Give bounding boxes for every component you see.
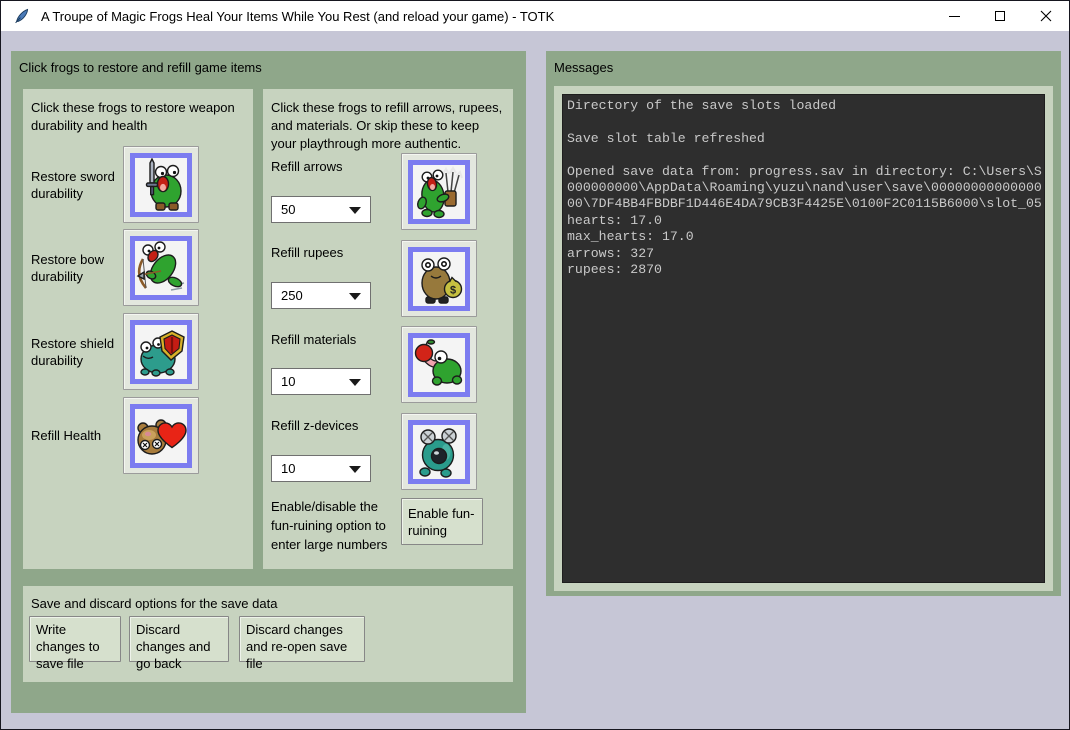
messages-console[interactable]: Directory of the save slots loaded Save … (562, 94, 1045, 583)
restore-bow-label: Restore bow durability (31, 229, 123, 306)
refill-materials-label: Refill materials (271, 332, 411, 347)
write-changes-button[interactable]: Write changes to save file (29, 616, 121, 662)
shield-frog-icon (135, 325, 187, 379)
restore-bow-button[interactable] (123, 229, 199, 306)
refill-materials-select[interactable]: 10 (271, 368, 371, 395)
app-window: A Troupe of Magic Frogs Heal Your Items … (0, 0, 1070, 730)
refill-rupees-button[interactable]: $ (401, 240, 477, 317)
refill-arrows-select[interactable]: 50 (271, 196, 371, 223)
restore-section: Click these frogs to restore weapon dura… (23, 89, 253, 569)
refill-rupees-value: 250 (281, 288, 303, 303)
refill-health-label: Refill Health (31, 397, 123, 474)
console-frame: Directory of the save slots loaded Save … (554, 86, 1053, 591)
dropdown-arrow-icon (349, 379, 361, 386)
zdevice-frog-icon (413, 425, 465, 479)
minimize-button[interactable] (931, 1, 977, 31)
python-feather-icon[interactable] (14, 8, 30, 24)
refill-section: Click these frogs to refill arrows, rupe… (263, 89, 513, 569)
refill-zdevices-button[interactable] (401, 413, 477, 490)
messages-panel: Messages Directory of the save slots loa… (546, 51, 1061, 596)
maximize-icon (995, 11, 1005, 21)
discard-go-back-button[interactable]: Discard changes and go back (129, 616, 229, 662)
frogs-panel: Click frogs to restore and refill game i… (11, 51, 526, 713)
save-section-header: Save and discard options for the save da… (31, 595, 501, 613)
restore-shield-label: Restore shield durability (31, 313, 123, 390)
svg-text:$: $ (450, 284, 456, 296)
restore-shield-button[interactable] (123, 313, 199, 390)
refill-materials-button[interactable] (401, 326, 477, 403)
refill-section-header: Click these frogs to refill arrows, rupe… (271, 99, 503, 153)
refill-arrows-value: 50 (281, 202, 295, 217)
arrow-frog-icon (413, 165, 465, 219)
health-bear-icon (135, 409, 187, 463)
save-section: Save and discard options for the save da… (23, 586, 513, 682)
close-button[interactable] (1023, 1, 1069, 31)
dropdown-arrow-icon (349, 293, 361, 300)
restore-sword-button[interactable] (123, 146, 199, 223)
window-title: A Troupe of Magic Frogs Heal Your Items … (41, 9, 931, 24)
close-icon (1040, 10, 1052, 22)
fun-ruining-label: Enable/disable the fun-ruining option to… (271, 497, 399, 554)
minimize-icon (949, 16, 960, 17)
dropdown-arrow-icon (349, 207, 361, 214)
refill-health-button[interactable] (123, 397, 199, 474)
rupee-frog-icon: $ (413, 252, 465, 306)
messages-panel-header: Messages (554, 60, 613, 75)
material-frog-icon (413, 338, 465, 392)
restore-section-header: Click these frogs to restore weapon dura… (31, 99, 245, 135)
discard-reopen-button[interactable]: Discard changes and re-open save file (239, 616, 365, 662)
restore-sword-label: Restore sword durability (31, 146, 123, 223)
maximize-button[interactable] (977, 1, 1023, 31)
refill-arrows-label: Refill arrows (271, 159, 411, 174)
bow-frog-icon (135, 241, 187, 295)
refill-zdevices-select[interactable]: 10 (271, 455, 371, 482)
refill-materials-value: 10 (281, 374, 295, 389)
enable-fun-ruining-button[interactable]: Enable fun-ruining (401, 498, 483, 545)
refill-rupees-select[interactable]: 250 (271, 282, 371, 309)
sword-frog-icon (135, 158, 187, 212)
refill-arrows-button[interactable] (401, 153, 477, 230)
titlebar: A Troupe of Magic Frogs Heal Your Items … (1, 1, 1069, 31)
refill-rupees-label: Refill rupees (271, 245, 411, 260)
frogs-panel-header: Click frogs to restore and refill game i… (19, 60, 262, 75)
refill-zdevices-value: 10 (281, 461, 295, 476)
dropdown-arrow-icon (349, 466, 361, 473)
refill-zdevices-label: Refill z-devices (271, 418, 411, 433)
